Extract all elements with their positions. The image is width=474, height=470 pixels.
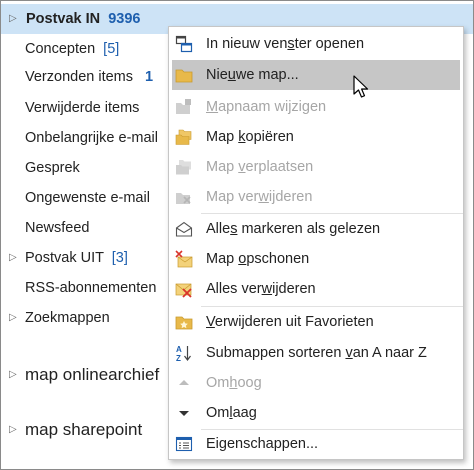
sort-az-icon: A Z (176, 345, 191, 362)
folder-label: Postvak IN (26, 11, 101, 27)
outlook-folder-pane-window: ▷ Postvak IN 9396 Concepten [5] Verzonde… (0, 0, 474, 470)
expand-arrow-icon[interactable]: ▷ (9, 415, 19, 445)
rename-folder-icon (176, 99, 191, 114)
delete-folder-icon (176, 193, 191, 204)
folder-label: RSS-abonnementen (25, 280, 157, 296)
menu-copy-folder[interactable]: Map kopiëren (170, 122, 462, 152)
folder-label: Verzonden items (25, 69, 134, 85)
cleanup-icon (175, 250, 193, 268)
menu-move-down[interactable]: Omlaag (170, 398, 462, 428)
svg-text:Z: Z (176, 354, 181, 362)
folder-label: Zoekmappen (25, 310, 110, 326)
folder-label: Onbelangrijke e-mail (25, 130, 158, 146)
folder-label: Ongewenste e-mail (25, 190, 150, 206)
menu-mark-all-read[interactable]: Alles markeren als gelezen (170, 214, 462, 244)
folder-label: map onlinearchief (25, 365, 160, 384)
folder-label: Concepten (25, 41, 96, 57)
delete-all-icon (175, 283, 192, 298)
folder-label: Verwijderde items (25, 100, 140, 116)
menu-move-up[interactable]: Omhoog (170, 368, 462, 398)
arrow-up-icon (179, 380, 189, 385)
menu-clean-up-folder[interactable]: Map opschonen (170, 244, 462, 274)
folder-label: map sharepoint (25, 420, 143, 439)
menu-new-folder[interactable]: Nieuwe map... (172, 60, 460, 90)
menu-sort-subfolders-az[interactable]: A Z Submappen sorteren van A naar Z (170, 338, 462, 368)
folder-context-menu: In nieuw venster openen Nieuwe map... Ma… (168, 26, 464, 460)
menu-properties[interactable]: Eigenschappen... (170, 429, 462, 459)
properties-icon (175, 436, 193, 452)
folder-label: Gesprek (25, 160, 80, 176)
svg-text:A: A (176, 345, 182, 354)
menu-delete-all[interactable]: Alles verwijderen (170, 274, 462, 304)
copy-folder-icon (175, 129, 192, 145)
expand-arrow-icon[interactable]: ▷ (9, 360, 19, 390)
move-folder-icon (176, 160, 191, 175)
unread-count: 9396 (108, 11, 141, 27)
favorite-folder-icon (175, 316, 193, 330)
unread-count: 1 (145, 69, 154, 85)
arrow-down-icon (179, 411, 189, 416)
menu-rename-folder[interactable]: Mapnaam wijzigen (170, 92, 462, 122)
expand-arrow-icon[interactable]: ▷ (9, 4, 19, 34)
expand-arrow-icon[interactable]: ▷ (9, 303, 19, 333)
mouse-pointer-icon (353, 75, 369, 98)
menu-open-new-window[interactable]: In nieuw venster openen (170, 29, 462, 59)
folder-label: Postvak UIT (25, 250, 104, 266)
folder-label: Newsfeed (25, 220, 90, 236)
item-count: [3] (111, 250, 128, 266)
new-window-icon (175, 35, 193, 53)
item-count: [5] (103, 41, 120, 57)
expand-arrow-icon[interactable]: ▷ (9, 243, 19, 273)
menu-delete-folder[interactable]: Map verwijderen (170, 182, 462, 212)
menu-remove-from-favorites[interactable]: Verwijderen uit Favorieten (170, 307, 462, 337)
envelope-open-icon (175, 221, 193, 237)
menu-move-folder[interactable]: Map verplaatsen (170, 152, 462, 182)
new-folder-icon (175, 69, 193, 83)
